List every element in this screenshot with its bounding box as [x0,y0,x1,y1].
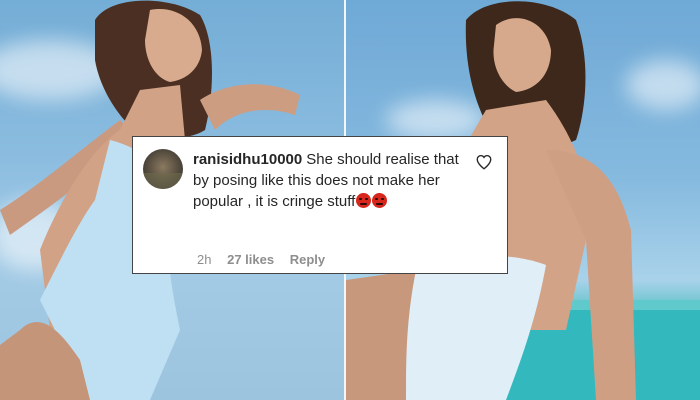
comment-meta: 2h 27 likes Reply [197,252,337,267]
angry-face-emoji-icon [356,193,372,208]
reply-button[interactable]: Reply [290,252,325,267]
comment-timestamp: 2h [197,252,212,267]
angry-face-emoji-icon [372,193,388,208]
comment-body: ranisidhu10000 She should realise that by… [193,149,473,212]
avatar[interactable] [143,149,183,189]
heart-outline-icon[interactable] [475,153,493,171]
comment-card: ranisidhu10000 She should realise that by… [133,137,507,273]
comment-username[interactable]: ranisidhu10000 [193,151,302,168]
comment-likes[interactable]: 27 likes [227,252,274,267]
